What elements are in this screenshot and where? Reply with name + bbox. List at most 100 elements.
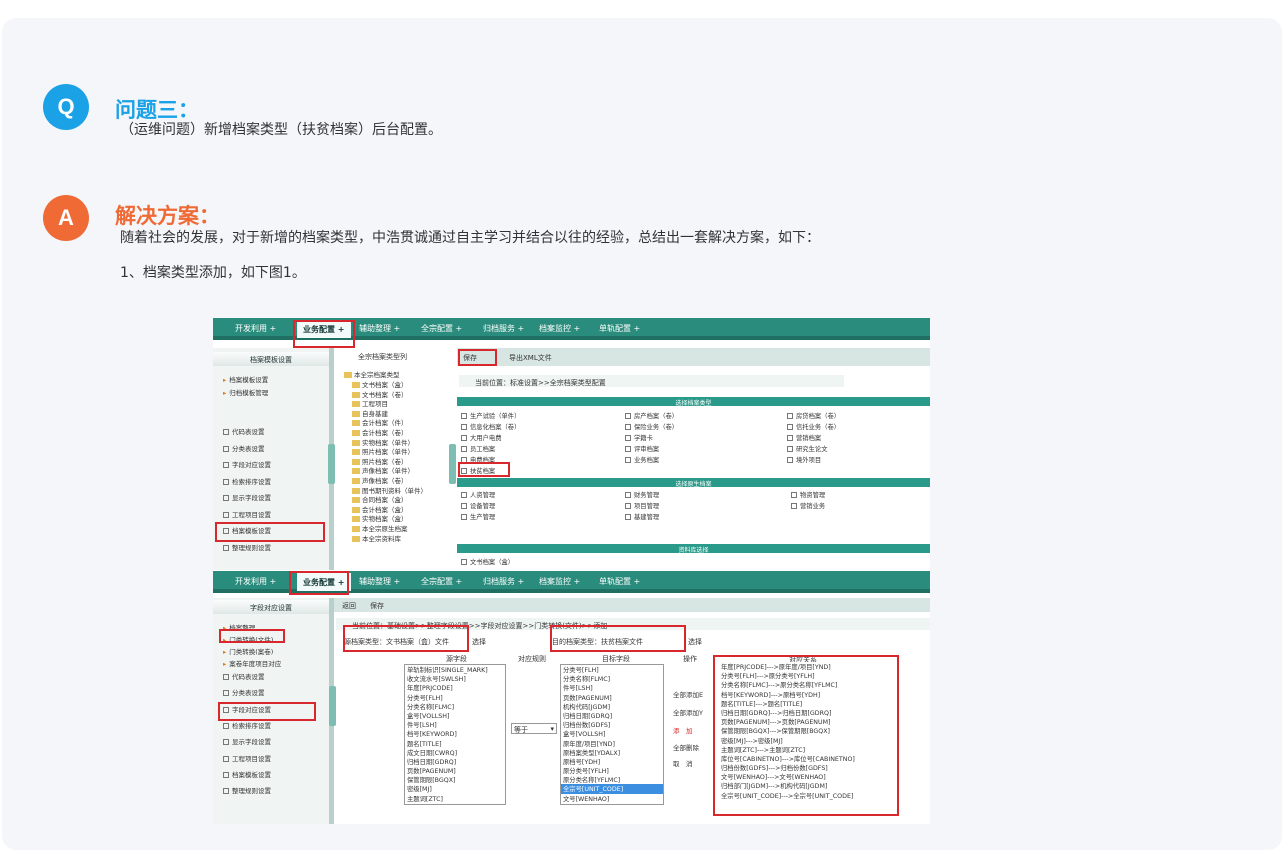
dest-field-option[interactable]: 机构代码[JGDM]: [561, 702, 663, 711]
dest-field-option[interactable]: 全宗号[UNIT_CODE]: [561, 784, 663, 794]
nav-tab[interactable]: 归档服务 +: [483, 323, 524, 334]
source-field-list[interactable]: 单轨制标识[SINGLE_MARK] 收文流水号[SWLSH] 年度[PRJCODE…: [404, 664, 506, 805]
left-menu-item[interactable]: 代码表设置: [223, 671, 265, 681]
type-checkbox[interactable]: 房贷档案（卷）: [787, 411, 840, 420]
left-menu-item[interactable]: 整理规则设置: [223, 542, 271, 552]
tree-node[interactable]: 图书期刊资料（单件）: [350, 485, 427, 495]
dest-field-option[interactable]: 页数[PAGENUM]: [561, 693, 663, 702]
nav-tab[interactable]: 单轨配置 +: [599, 323, 640, 334]
left-menu-item[interactable]: ▸ 案卷年度项目对应: [223, 658, 281, 668]
source-field-option[interactable]: 分类名称[FLMC]: [405, 702, 505, 711]
dest-field-option[interactable]: 分类名称[FLMC]: [561, 674, 663, 683]
native-checkbox[interactable]: 人资管理: [461, 490, 495, 499]
tree-root[interactable]: 本全宗档案类型: [342, 369, 400, 379]
tree-node[interactable]: 实物档案（盒）: [350, 513, 408, 523]
source-field-option[interactable]: 年度[PRJCODE]: [405, 683, 505, 692]
dest-field-option[interactable]: 原档案类型[YDALX]: [561, 748, 663, 757]
source-field-option[interactable]: 页数[PAGENUM]: [405, 766, 505, 775]
left-menu-item[interactable]: 工程项目设置: [223, 509, 271, 519]
dest-select-button[interactable]: 选择: [688, 637, 702, 647]
tree-collapse-handle[interactable]: [449, 444, 456, 484]
type-checkbox[interactable]: 信息化档案（卷）: [461, 422, 520, 431]
source-field-option[interactable]: 保管期限[BGQX]: [405, 775, 505, 784]
top-collapse-handle[interactable]: [328, 444, 335, 484]
source-field-option[interactable]: 题名[TITLE]: [405, 739, 505, 748]
native-checkbox[interactable]: 物资管理: [791, 490, 825, 499]
nav-tab[interactable]: 档案监控 +: [539, 323, 580, 334]
tree-node[interactable]: 会计档案（件）: [350, 417, 408, 427]
left-menu-item[interactable]: 档案模板设置: [223, 769, 271, 779]
nav-tab[interactable]: 开发利用 +: [235, 576, 276, 587]
native-checkbox[interactable]: 财务管理: [625, 490, 659, 499]
operation-button[interactable]: 全部删除: [673, 742, 699, 752]
source-select-button[interactable]: 选择: [472, 637, 486, 647]
left-menu-item[interactable]: 分类表设置: [223, 687, 265, 697]
nav-tab[interactable]: 归档服务 +: [483, 576, 524, 587]
left-menu-item[interactable]: 整理规则设置: [223, 785, 271, 795]
left-menu-item[interactable]: ▸ 门类转换(案卷): [223, 646, 273, 656]
left-menu-item[interactable]: 字段对应设置: [223, 459, 271, 469]
source-field-option[interactable]: 归档日期[GDRQ]: [405, 757, 505, 766]
source-field-option[interactable]: 主题词[ZTC]: [405, 794, 505, 803]
operation-button[interactable]: 添 加: [673, 725, 693, 735]
tree-node[interactable]: 照片档案（卷）: [350, 456, 408, 466]
library-item[interactable]: 文书档案（盒）: [461, 557, 514, 566]
left-menu-item[interactable]: 代码表设置: [223, 426, 265, 436]
nav-tab[interactable]: 全宗配置 +: [421, 576, 462, 587]
type-checkbox[interactable]: 研究生论文: [787, 444, 827, 453]
dest-field-option[interactable]: 分类号[FLH]: [561, 665, 663, 674]
dest-field-option[interactable]: 原档号[YDH]: [561, 757, 663, 766]
type-checkbox[interactable]: 信托业务（卷）: [787, 422, 840, 431]
left-menu-item[interactable]: 检索排序设置: [223, 720, 271, 730]
dest-field-option[interactable]: 件号[LSH]: [561, 683, 663, 692]
nav-tab[interactable]: 单轨配置 +: [599, 576, 640, 587]
dest-field-option[interactable]: 归档份数[GDFS]: [561, 720, 663, 729]
left-menu-item[interactable]: ▸ 归档模板管理: [223, 387, 268, 397]
left-menu-item[interactable]: ▸ 档案模板设置: [223, 374, 268, 384]
operation-button[interactable]: 取 消: [673, 758, 693, 768]
source-field-option[interactable]: 盒号[VOLLSH]: [405, 711, 505, 720]
dest-field-option[interactable]: 盒号[VOLLSH]: [561, 729, 663, 738]
tree-node[interactable]: 工程项目: [350, 398, 388, 408]
left-menu-item[interactable]: 分类表设置: [223, 443, 265, 453]
native-checkbox[interactable]: 设备管理: [461, 501, 495, 510]
export-xml-button[interactable]: 导出XML文件: [509, 353, 552, 363]
nav-tab[interactable]: 辅助整理 +: [359, 576, 400, 587]
tree-node[interactable]: 声像档案（卷）: [350, 475, 408, 485]
type-checkbox[interactable]: 生产试验（单件）: [461, 411, 520, 420]
left-menu-item[interactable]: 检索排序设置: [223, 476, 271, 486]
type-checkbox[interactable]: 学籍卡: [625, 433, 653, 442]
tree-node[interactable]: 声像档案（单件）: [350, 465, 414, 475]
operation-button[interactable]: 全部添加E: [673, 689, 703, 699]
tree-node[interactable]: 实物档案（单件）: [350, 437, 414, 447]
tree-node[interactable]: 文书档案（盒）: [350, 379, 408, 389]
source-field-option[interactable]: 成文日期[CWRQ]: [405, 748, 505, 757]
dest-field-option[interactable]: 原年度/项目[YND]: [561, 739, 663, 748]
source-field-option[interactable]: 分类号[FLH]: [405, 693, 505, 702]
tree-node[interactable]: 合同档案（盒）: [350, 494, 408, 504]
operation-button[interactable]: 全部添加Y: [673, 707, 703, 717]
tree-node[interactable]: 照片档案（单件）: [350, 446, 414, 456]
type-checkbox[interactable]: 境外项目: [787, 455, 821, 464]
dest-field-option[interactable]: 文号[WENHAO]: [561, 794, 663, 803]
tree-node[interactable]: 会计档案（卷）: [350, 427, 408, 437]
type-checkbox[interactable]: 员工档案: [461, 444, 495, 453]
native-checkbox[interactable]: 生产管理: [461, 512, 495, 521]
tree-node[interactable]: 自身基建: [350, 408, 388, 418]
tree-node[interactable]: 本全宗资料库: [350, 533, 401, 543]
native-checkbox[interactable]: 营销业务: [791, 501, 825, 510]
nav-tab[interactable]: 档案监控 +: [539, 576, 580, 587]
dest-field-option[interactable]: 原分类号[YFLH]: [561, 766, 663, 775]
source-field-option[interactable]: 档号[KEYWORD]: [405, 729, 505, 738]
left-menu-item[interactable]: 工程项目设置: [223, 753, 271, 763]
nav-tab[interactable]: 辅助整理 +: [359, 323, 400, 334]
rule-select[interactable]: 等于 ▾: [511, 723, 557, 734]
type-checkbox[interactable]: 保险业务（卷）: [625, 422, 678, 431]
type-checkbox[interactable]: 大用户电费: [461, 433, 501, 442]
source-field-option[interactable]: 密级[MJ]: [405, 784, 505, 793]
dest-field-option[interactable]: 原分类名称[YFLMC]: [561, 775, 663, 784]
left-menu-item[interactable]: 显示字段设置: [223, 492, 271, 502]
dest-field-list[interactable]: 分类号[FLH] 分类名称[FLMC] 件号[LSH] 页数[PAGENUM] 机构代码…: [560, 664, 664, 805]
dest-field-option[interactable]: 归档日期[GDRQ]: [561, 711, 663, 720]
tree-node[interactable]: 会计档案（盒）: [350, 504, 408, 514]
